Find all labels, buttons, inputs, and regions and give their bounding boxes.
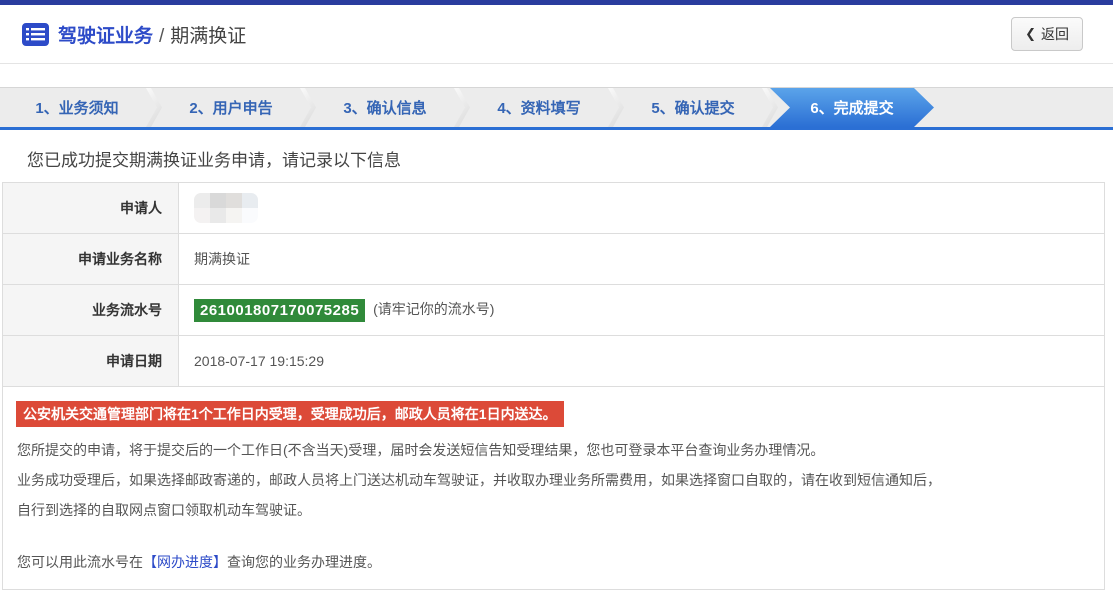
table-row-business-name: 申请业务名称 期满换证	[3, 234, 1105, 285]
breadcrumb-current-page: 期满换证	[170, 26, 246, 47]
table-row-apply-date: 申请日期 2018-07-17 19:15:29	[3, 336, 1105, 387]
page-header: 驾驶证业务 / 期满换证 ❮ 返回	[0, 5, 1113, 64]
row-label: 业务流水号	[3, 285, 179, 336]
breadcrumb-separator: /	[159, 26, 164, 47]
notice-section: 公安机关交通管理部门将在1个工作日内受理，受理成功后，邮政人员将在1日内送达。 …	[2, 387, 1105, 590]
breadcrumb-service-category: 驾驶证业务	[58, 26, 153, 47]
back-button-label: 返回	[1041, 24, 1069, 44]
notice-line-2: 业务成功受理后，如果选择邮政寄递的，邮政人员将上门送达机动车驾驶证，并收取办理业…	[15, 465, 1092, 495]
progress-hint-suffix: 查询您的业务办理进度。	[227, 554, 381, 570]
step-label: 1、业务须知	[35, 97, 118, 118]
step-label: 6、完成提交	[810, 97, 893, 118]
step-label: 3、确认信息	[343, 97, 426, 118]
serial-number-badge: 261001807170075285	[194, 299, 365, 322]
table-row-applicant: 申请人	[3, 183, 1105, 234]
serial-number-note: (请牢记你的流水号)	[373, 301, 494, 317]
step-6-complete-submit: 6、完成提交	[770, 88, 934, 127]
step-label: 4、资料填写	[497, 97, 580, 118]
success-heading: 您已成功提交期满换证业务申请，请记录以下信息	[27, 146, 1113, 171]
back-button[interactable]: ❮ 返回	[1011, 17, 1083, 51]
step-1-business-notice: 1、业务须知	[0, 88, 154, 127]
chevron-left-icon: ❮	[1025, 26, 1036, 42]
row-value: 261001807170075285 (请牢记你的流水号)	[179, 285, 1105, 336]
progress-query-hint: 您可以用此流水号在【网办进度】查询您的业务办理进度。	[15, 552, 1092, 572]
step-3-confirm-info: 3、确认信息	[308, 88, 462, 127]
row-value: 期满换证	[179, 234, 1105, 285]
application-info-table: 申请人 申请业务名称 期满换证 业务流水号 261001807170075285…	[2, 182, 1105, 387]
online-progress-link[interactable]: 【网办进度】	[143, 554, 227, 570]
step-4-fill-data: 4、资料填写	[462, 88, 616, 127]
list-icon	[22, 23, 49, 46]
row-label: 申请人	[3, 183, 179, 234]
redacted-applicant-name	[194, 193, 258, 223]
progress-hint-prefix: 您可以用此流水号在	[17, 554, 143, 570]
step-label: 5、确认提交	[651, 97, 734, 118]
row-label: 申请日期	[3, 336, 179, 387]
step-2-user-declaration: 2、用户申告	[154, 88, 308, 127]
step-label: 2、用户申告	[189, 97, 272, 118]
row-value	[179, 183, 1105, 234]
row-label: 申请业务名称	[3, 234, 179, 285]
step-progress-bar: 1、业务须知 2、用户申告 3、确认信息 4、资料填写 5、确认提交 6、完成提…	[0, 87, 1113, 130]
row-value: 2018-07-17 19:15:29	[179, 336, 1105, 387]
step-5-confirm-submit: 5、确认提交	[616, 88, 770, 127]
notice-line-1: 您所提交的申请，将于提交后的一个工作日(不含当天)受理，届时会发送短信告知受理结…	[15, 435, 1092, 465]
breadcrumb: 驾驶证业务 / 期满换证	[58, 21, 246, 48]
table-row-serial-number: 业务流水号 261001807170075285 (请牢记你的流水号)	[3, 285, 1105, 336]
processing-alert-banner: 公安机关交通管理部门将在1个工作日内受理，受理成功后，邮政人员将在1日内送达。	[16, 401, 564, 427]
notice-line-3: 自行到选择的自取网点窗口领取机动车驾驶证。	[15, 495, 1092, 525]
